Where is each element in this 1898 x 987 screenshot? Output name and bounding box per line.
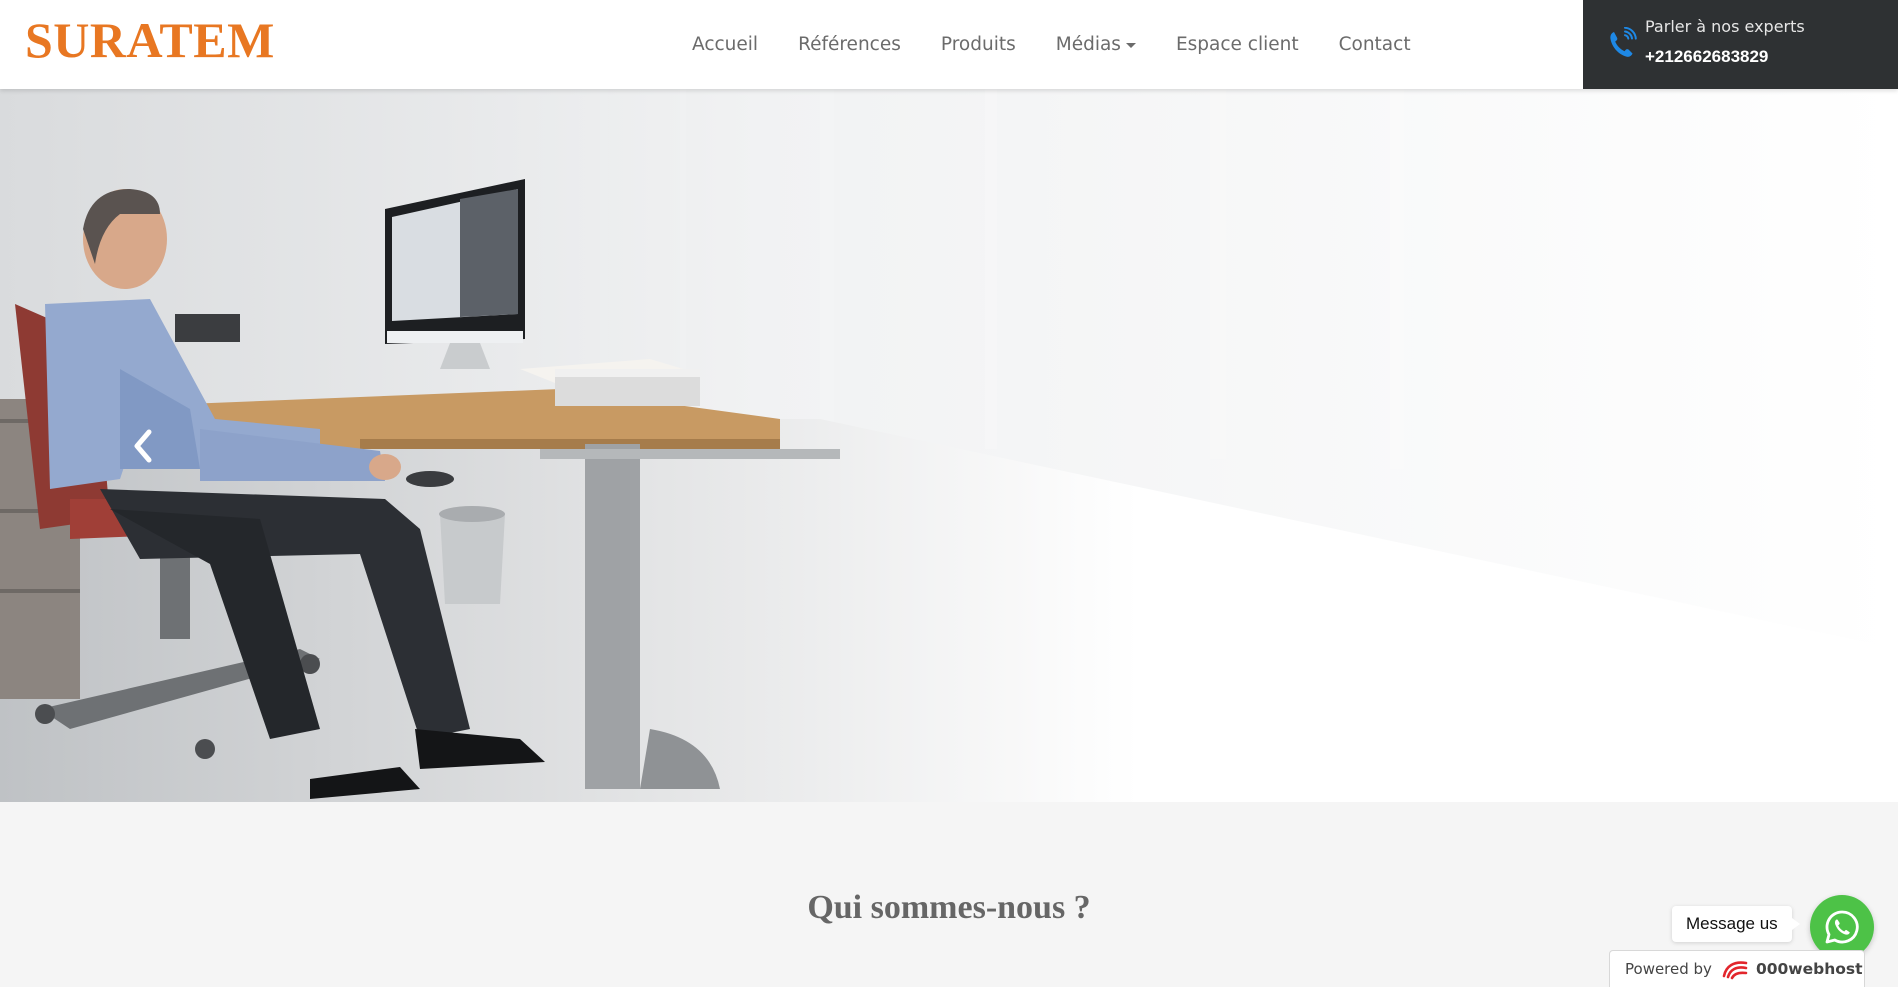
nav-item-references[interactable]: Références [798, 34, 901, 55]
hero-office-photo [0, 89, 1898, 802]
experts-label: Parler à nos experts [1645, 17, 1805, 36]
nav-item-label: Espace client [1175, 34, 1299, 55]
nav-item-contact[interactable]: Contact [1339, 34, 1411, 55]
000webhost-logo-icon [1722, 961, 1748, 980]
phone-ringing-icon [1610, 27, 1637, 57]
powered-by-label: Powered by [1625, 960, 1712, 978]
nav-item-espace-client[interactable]: Espace client [1176, 34, 1299, 55]
nav-item-medias-dropdown[interactable]: Médias [1056, 34, 1136, 55]
nav-item-accueil[interactable]: Accueil [692, 34, 758, 55]
powered-by-badge[interactable]: Powered by 000webhost [1609, 950, 1865, 987]
main-nav: Accueil Références Produits Médias Espac… [672, 0, 1431, 89]
experts-phone-number[interactable]: +212662683829 [1645, 47, 1768, 67]
site-logo[interactable]: SURATEM [25, 12, 275, 68]
experts-contact-box[interactable]: Parler à nos experts +212662683829 [1583, 0, 1898, 89]
nav-item-produits[interactable]: Produits [941, 34, 1016, 55]
powered-by-brand: 000webhost [1755, 960, 1863, 978]
about-title: Qui sommes-nous ? [807, 889, 1091, 926]
nav-item-label: Références [798, 34, 901, 55]
hero-carousel [0, 89, 1898, 802]
caret-down-icon [1125, 43, 1136, 48]
nav-item-label: Médias [1055, 34, 1121, 55]
site-header: SURATEM Accueil Références Produits Médi… [0, 0, 1898, 89]
nav-item-label: Accueil [692, 34, 759, 55]
nav-item-label: Contact [1338, 34, 1411, 55]
whatsapp-icon [1825, 910, 1859, 944]
nav-item-label: Produits [940, 34, 1016, 55]
message-us-bubble[interactable]: Message us [1672, 906, 1800, 942]
chevron-left-icon[interactable] [131, 428, 155, 464]
